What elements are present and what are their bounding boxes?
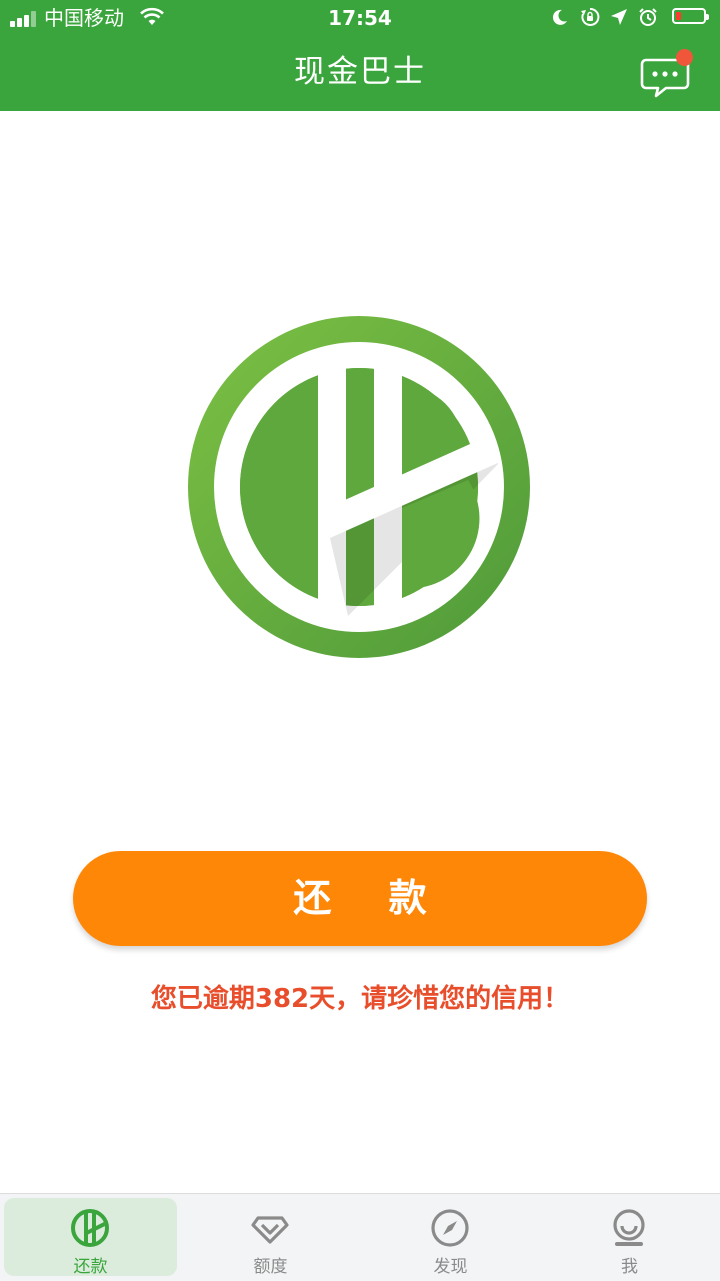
tab-discover[interactable]: 发现 — [364, 1198, 537, 1277]
repay-button[interactable]: 还 款 — [73, 851, 647, 946]
tab-repay[interactable]: 还款 — [4, 1198, 177, 1277]
rotation-lock-icon — [581, 7, 600, 26]
cb-logo-icon — [188, 316, 530, 658]
profile-icon — [613, 1209, 645, 1246]
tab-bar: 还款 额度 发现 我 — [0, 1193, 720, 1281]
tab-label: 额度 — [253, 1257, 288, 1277]
cb-logo-icon — [71, 1209, 109, 1247]
tab-limit[interactable]: 额度 — [184, 1198, 357, 1277]
alarm-icon — [639, 8, 657, 26]
tab-label: 发现 — [433, 1257, 468, 1277]
notification-badge — [676, 49, 693, 66]
diamond-icon — [251, 1216, 289, 1244]
overdue-notice: 您已逾期382天，请珍惜您的信用！ — [150, 984, 570, 1014]
status-bar: 中国移动 17:54 — [0, 0, 720, 36]
page-title: 现金巴士 — [294, 54, 426, 90]
compass-icon — [431, 1209, 469, 1247]
battery-icon — [672, 8, 709, 24]
tab-me[interactable]: 我 — [543, 1198, 716, 1277]
tab-label: 还款 — [73, 1257, 108, 1277]
moon-icon — [552, 9, 567, 25]
location-icon — [611, 9, 627, 25]
app-header: 中国移动 17:54 现金巴士 — [0, 0, 720, 111]
tab-label: 我 — [621, 1257, 638, 1277]
